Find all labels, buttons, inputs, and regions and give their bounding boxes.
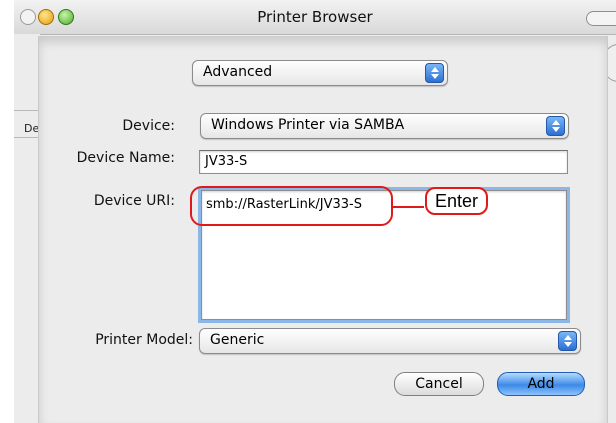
device-name-label: Device Name: <box>76 150 175 166</box>
add-printer-sheet: Advanced Device: Windows Printer via SAM… <box>38 36 608 423</box>
background-window-strip: De <box>14 34 40 423</box>
divider <box>14 137 40 138</box>
device-popup[interactable]: Windows Printer via SAMBA <box>200 113 569 139</box>
cancel-button[interactable]: Cancel <box>394 372 484 396</box>
connection-type-popup[interactable]: Advanced <box>192 60 448 86</box>
background-column-header: De <box>24 122 40 135</box>
device-label: Device: <box>122 118 175 134</box>
toolbar-toggle-button[interactable] <box>586 11 616 26</box>
connection-type-value: Advanced <box>203 64 273 80</box>
popup-arrows-icon <box>558 331 577 351</box>
divider <box>14 110 40 111</box>
device-value: Windows Printer via SAMBA <box>211 117 405 133</box>
title-bar: Printer Browser <box>14 0 616 35</box>
uri-highlight-callout <box>190 186 393 226</box>
device-uri-label: Device URI: <box>93 193 175 209</box>
window-title: Printer Browser <box>257 8 373 26</box>
printer-model-popup[interactable]: Generic <box>199 328 581 354</box>
popup-arrows-icon <box>425 63 444 83</box>
printer-model-value: Generic <box>210 332 265 348</box>
device-name-field[interactable]: JV33-S <box>199 150 568 174</box>
popup-arrows-icon <box>546 116 565 136</box>
callout-connector-line <box>392 206 424 208</box>
printer-model-label: Printer Model: <box>95 332 193 348</box>
printer-browser-window: Printer Browser De Advanced Device: Wind… <box>14 0 616 423</box>
add-button[interactable]: Add <box>497 372 585 396</box>
enter-callout-label: Enter <box>425 187 489 215</box>
device-name-value: JV33-S <box>205 154 248 169</box>
